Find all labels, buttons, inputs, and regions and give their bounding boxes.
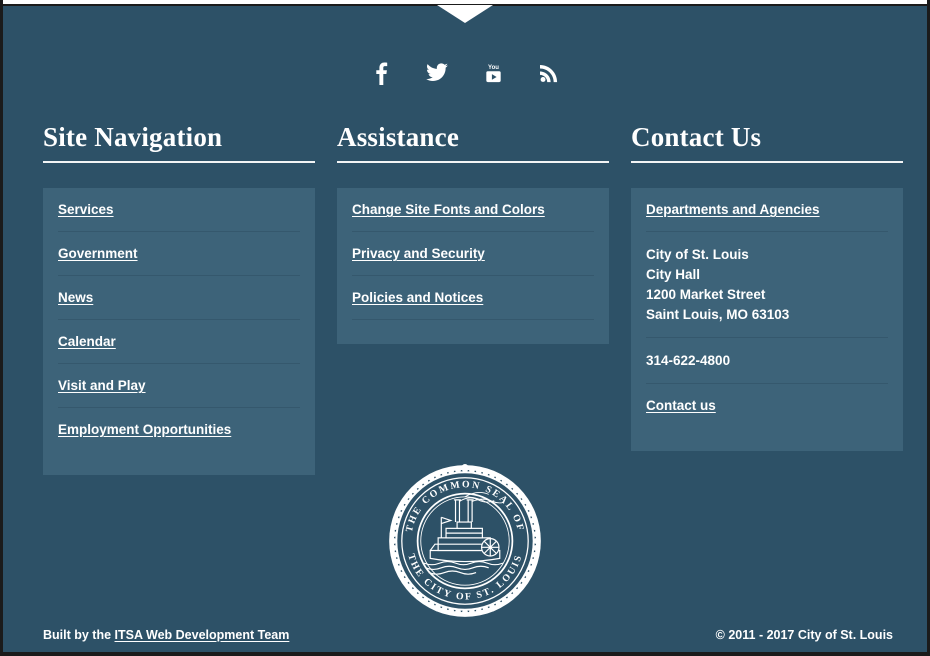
list-item[interactable]: Services <box>58 188 300 233</box>
sidebar-item-calendar[interactable]: Calendar <box>58 334 116 349</box>
address-line-building: City Hall <box>646 267 701 283</box>
list-item[interactable]: Government <box>58 232 300 277</box>
youtube-icon[interactable]: You <box>480 60 506 86</box>
site-navigation-heading: Site Navigation <box>43 122 315 164</box>
link-departments-and-agencies[interactable]: Departments and Agencies <box>646 202 820 217</box>
link-policies-and-notices[interactable]: Policies and Notices <box>352 290 483 305</box>
facebook-icon[interactable] <box>368 60 394 86</box>
built-by-prefix: Built by the <box>43 628 115 642</box>
link-privacy-and-security[interactable]: Privacy and Security <box>352 246 485 261</box>
address-line-city-state-zip: Saint Louis, MO 63103 <box>646 307 790 323</box>
list-item[interactable]: Employment Opportunities <box>58 408 300 451</box>
contact-us-panel: Departments and Agencies City of St. Lou… <box>631 188 903 452</box>
site-navigation-panel: Services Government News Calendar Visit … <box>43 188 315 476</box>
svg-text:You: You <box>488 65 499 71</box>
footer-columns: Site Navigation Services Government News… <box>43 122 903 476</box>
link-contact-us[interactable]: Contact us <box>646 398 716 413</box>
panel-bottom-spacer <box>646 427 888 451</box>
sidebar-item-services[interactable]: Services <box>58 202 114 217</box>
city-seal-container: THE COMMON SEAL OF THE CITY OF ST. LOUIS <box>3 462 927 620</box>
list-item[interactable]: Privacy and Security <box>352 232 594 277</box>
contact-address: City of St. Louis City Hall 1200 Market … <box>646 232 888 339</box>
column-contact-us: Contact Us Departments and Agencies City… <box>631 122 903 452</box>
list-item[interactable]: News <box>58 276 300 321</box>
list-item[interactable]: Change Site Fonts and Colors <box>352 188 594 233</box>
site-footer: You Site Navigation Services Government … <box>0 0 930 656</box>
list-item[interactable]: Visit and Play <box>58 364 300 409</box>
footer-bar: Built by the ITSA Web Development Team ©… <box>43 628 893 642</box>
list-item[interactable]: Departments and Agencies <box>646 188 888 233</box>
copyright-text: © 2011 - 2017 City of St. Louis <box>715 628 893 642</box>
address-block: City of St. Louis City Hall 1200 Market … <box>646 245 888 325</box>
list-item[interactable]: Calendar <box>58 320 300 365</box>
list-item[interactable]: Policies and Notices <box>352 276 594 321</box>
sidebar-item-news[interactable]: News <box>58 290 93 305</box>
assistance-heading: Assistance <box>337 122 609 164</box>
built-by-text: Built by the ITSA Web Development Team <box>43 628 289 642</box>
contact-phone: 314-622-4800 <box>646 338 888 385</box>
address-line-organization: City of St. Louis <box>646 247 749 263</box>
assistance-panel: Change Site Fonts and Colors Privacy and… <box>337 188 609 345</box>
contact-us-heading: Contact Us <box>631 122 903 164</box>
phone-number: 314-622-4800 <box>646 353 731 369</box>
sidebar-item-government[interactable]: Government <box>58 246 138 261</box>
column-site-navigation: Site Navigation Services Government News… <box>43 122 315 476</box>
rss-icon[interactable] <box>536 60 562 86</box>
link-itsa-web-development-team[interactable]: ITSA Web Development Team <box>115 628 290 642</box>
address-line-street: 1200 Market Street <box>646 287 766 303</box>
footer-notch-triangle <box>437 5 493 23</box>
sidebar-item-employment-opportunities[interactable]: Employment Opportunities <box>58 422 231 437</box>
sidebar-item-visit-and-play[interactable]: Visit and Play <box>58 378 146 393</box>
column-assistance: Assistance Change Site Fonts and Colors … <box>337 122 609 345</box>
list-item[interactable]: Contact us <box>646 384 888 427</box>
twitter-icon[interactable] <box>424 60 450 86</box>
city-of-st-louis-seal: THE COMMON SEAL OF THE CITY OF ST. LOUIS <box>389 464 541 617</box>
link-change-site-fonts-and-colors[interactable]: Change Site Fonts and Colors <box>352 202 545 217</box>
social-links-row: You <box>3 60 927 86</box>
panel-bottom-spacer <box>352 320 594 344</box>
